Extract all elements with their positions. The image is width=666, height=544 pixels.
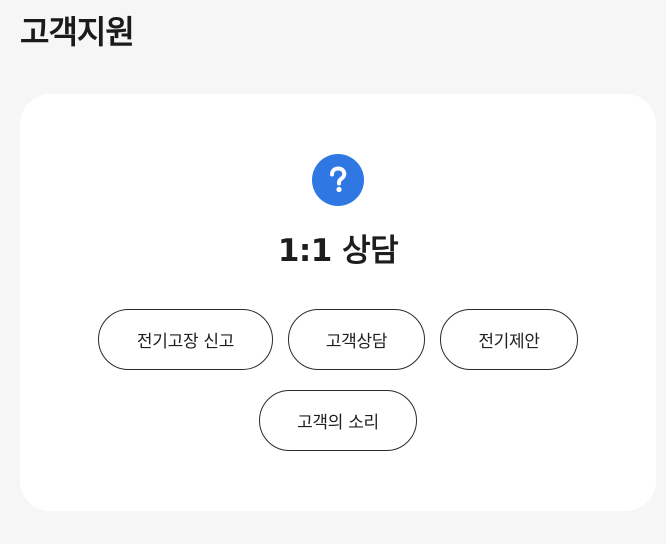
suggestion-button[interactable]: 전기제안 bbox=[440, 309, 578, 370]
card-title: 1:1 상담 bbox=[277, 233, 399, 269]
consultation-card: 1:1 상담 전기고장 신고 고객상담 전기제안 고객의 소리 bbox=[20, 94, 656, 511]
question-mark-icon bbox=[312, 154, 364, 206]
fault-report-button[interactable]: 전기고장 신고 bbox=[98, 309, 273, 370]
customer-voice-button[interactable]: 고객의 소리 bbox=[259, 390, 417, 451]
question-mark-glyph bbox=[330, 166, 347, 193]
page-title: 고객지원 bbox=[20, 13, 135, 51]
customer-consultation-button[interactable]: 고객상담 bbox=[288, 309, 425, 370]
